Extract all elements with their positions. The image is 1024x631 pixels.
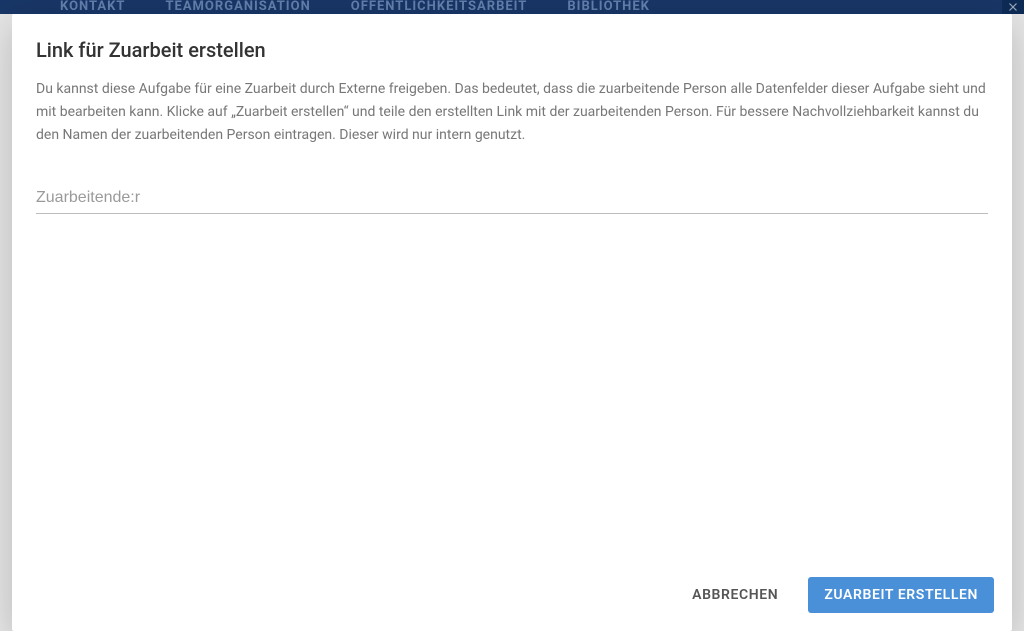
modal-actions: ABBRECHEN ZUARBEIT ERSTELLEN — [12, 563, 1012, 631]
cancel-button[interactable]: ABBRECHEN — [676, 577, 794, 613]
collaborator-input-wrap — [36, 183, 988, 214]
collaborator-name-input[interactable] — [36, 183, 988, 214]
create-collab-button[interactable]: ZUARBEIT ERSTELLEN — [808, 577, 994, 613]
modal-title: Link für Zuarbeit erstellen — [36, 38, 988, 62]
bg-close-icon — [1002, 0, 1024, 14]
create-collab-link-modal: Link für Zuarbeit erstellen Du kannst di… — [12, 14, 1012, 631]
modal-backdrop: Link für Zuarbeit erstellen Du kannst di… — [0, 0, 1024, 631]
modal-body: Link für Zuarbeit erstellen Du kannst di… — [12, 14, 1012, 563]
modal-description: Du kannst diese Aufgabe für eine Zuarbei… — [36, 78, 988, 147]
